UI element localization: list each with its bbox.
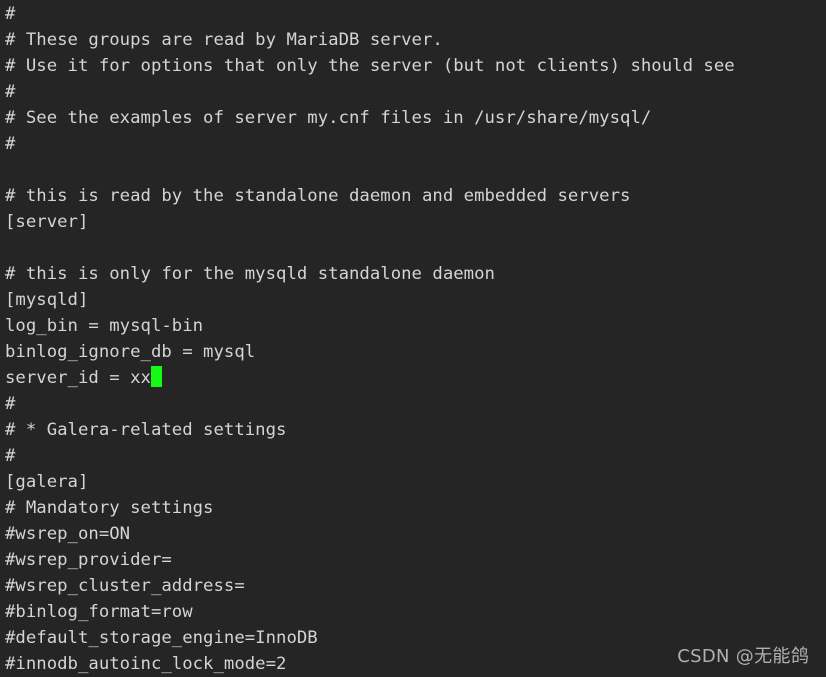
code-line: #: [5, 134, 16, 154]
code-line: # Mandatory settings: [5, 498, 214, 518]
code-line: # this is read by the standalone daemon …: [5, 186, 631, 206]
code-line: # this is only for the mysqld standalone…: [5, 264, 495, 284]
code-line-binlog-format: #binlog_format=row: [5, 602, 193, 622]
code-line-section-server: [server]: [5, 212, 89, 232]
code-line-server-id: server_id = xx: [5, 365, 826, 391]
code-line: #: [5, 394, 16, 414]
code-line: # * Galera-related settings: [5, 420, 287, 440]
code-line-wsrep-cluster-address: #wsrep_cluster_address=: [5, 576, 245, 596]
code-line-server-id-text: server_id = xx: [5, 368, 151, 388]
code-line-wsrep-on: #wsrep_on=ON: [5, 524, 131, 544]
code-line: #: [5, 4, 16, 24]
code-line-log-bin: log_bin = mysql-bin: [5, 316, 204, 336]
code-line: #: [5, 446, 16, 466]
code-line-default-storage-engine: #default_storage_engine=InnoDB: [5, 628, 318, 648]
code-line: # See the examples of server my.cnf file…: [5, 108, 652, 128]
terminal-window[interactable]: # # These groups are read by MariaDB ser…: [0, 0, 826, 675]
code-line-section-galera: [galera]: [5, 472, 89, 492]
code-text-area[interactable]: # # These groups are read by MariaDB ser…: [0, 0, 826, 677]
code-line: #: [5, 82, 16, 102]
code-line-binlog-ignore-db: binlog_ignore_db = mysql: [5, 342, 256, 362]
text-cursor: [150, 366, 163, 387]
code-line: # Use it for options that only the serve…: [5, 56, 735, 76]
code-line: # These groups are read by MariaDB serve…: [5, 30, 443, 50]
code-line-innodb-autoinc-lock-mode: #innodb_autoinc_lock_mode=2: [5, 654, 287, 674]
code-line-wsrep-provider: #wsrep_provider=: [5, 550, 172, 570]
code-line-section-mysqld: [mysqld]: [5, 290, 89, 310]
